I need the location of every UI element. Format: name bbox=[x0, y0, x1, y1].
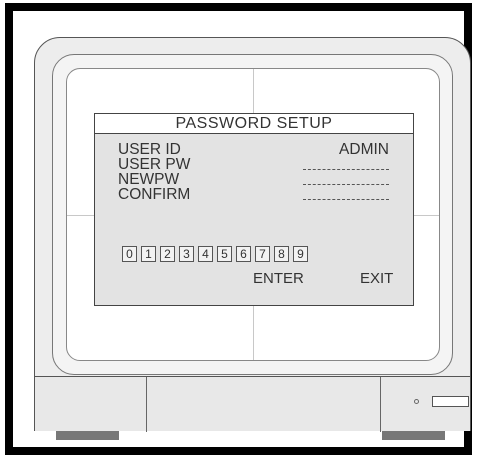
key-2[interactable]: 2 bbox=[160, 246, 175, 262]
password-setup-dialog: PASSWORD SETUP USER ID USER PW NEWPW CON… bbox=[94, 113, 414, 306]
exit-button[interactable]: EXIT bbox=[360, 270, 393, 287]
user-id-value: ADMIN bbox=[339, 141, 389, 158]
user-pw-field[interactable] bbox=[303, 157, 389, 172]
monitor-bezel: PASSWORD SETUP USER ID USER PW NEWPW CON… bbox=[52, 54, 453, 375]
new-pw-placeholder bbox=[303, 172, 389, 187]
key-3[interactable]: 3 bbox=[179, 246, 194, 262]
key-6[interactable]: 6 bbox=[236, 246, 251, 262]
field-values: ADMIN bbox=[303, 142, 389, 202]
key-0[interactable]: 0 bbox=[122, 246, 137, 262]
monitor-foot-right bbox=[382, 431, 445, 440]
monitor-screen: PASSWORD SETUP USER ID USER PW NEWPW CON… bbox=[66, 68, 440, 361]
user-pw-label: USER PW bbox=[118, 156, 191, 173]
power-indicator-icon bbox=[414, 399, 419, 404]
key-1[interactable]: 1 bbox=[141, 246, 156, 262]
monitor: PASSWORD SETUP USER ID USER PW NEWPW CON… bbox=[34, 37, 471, 432]
user-id-label: USER ID bbox=[118, 141, 181, 158]
confirm-placeholder bbox=[303, 187, 389, 202]
key-7[interactable]: 7 bbox=[255, 246, 270, 262]
user-pw-placeholder bbox=[303, 157, 389, 172]
enter-button[interactable]: ENTER bbox=[253, 270, 304, 287]
dialog-title: PASSWORD SETUP bbox=[95, 114, 413, 134]
power-button-icon[interactable] bbox=[432, 396, 469, 407]
new-pw-field[interactable] bbox=[303, 172, 389, 187]
numeric-keypad: 0 1 2 3 4 5 6 7 8 9 bbox=[122, 246, 308, 262]
key-5[interactable]: 5 bbox=[217, 246, 232, 262]
new-pw-label: NEWPW bbox=[118, 171, 180, 188]
confirm-label: CONFIRM bbox=[118, 186, 191, 203]
key-4[interactable]: 4 bbox=[198, 246, 213, 262]
base-divider-right bbox=[380, 377, 381, 432]
base-divider-left bbox=[146, 377, 147, 432]
key-8[interactable]: 8 bbox=[274, 246, 289, 262]
confirm-field[interactable] bbox=[303, 187, 389, 202]
key-9[interactable]: 9 bbox=[293, 246, 308, 262]
field-labels: USER ID USER PW NEWPW CONFIRM bbox=[118, 141, 191, 203]
monitor-foot-left bbox=[56, 431, 119, 440]
monitor-base-panel bbox=[35, 376, 470, 432]
